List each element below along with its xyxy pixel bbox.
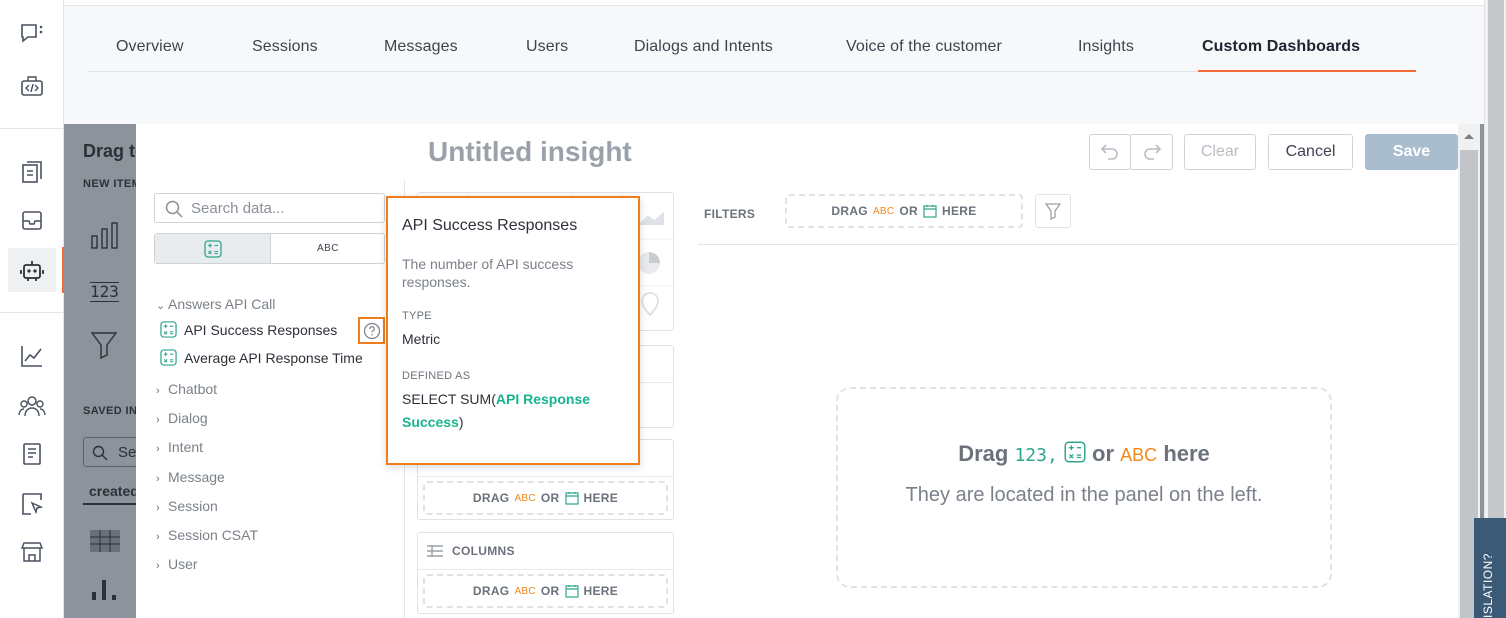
tab-overview[interactable]: Overview [116,38,183,56]
chevron-down-icon: ⌄ [156,300,166,312]
tab-sessions[interactable]: Sessions [252,38,318,56]
calendar-icon [564,492,579,505]
tab-insights[interactable]: Insights [1078,38,1134,56]
field-help-button[interactable] [358,317,385,344]
code-robot-icon[interactable] [8,64,56,108]
field-api-success-responses[interactable]: API Success Responses [160,321,360,341]
cancel-button[interactable]: Cancel [1268,134,1353,170]
filter-button[interactable] [1035,194,1071,228]
undo-icon [1100,144,1118,160]
search-icon [165,200,183,218]
field-average-api-response-time[interactable]: Average API Response Time [160,349,380,369]
analytics-chart-icon[interactable] [8,334,56,378]
attributes-toggle[interactable]: ABC [271,234,385,263]
number-item-icon: 123 [90,282,119,302]
metrics-toggle[interactable] [155,234,271,263]
data-search-input[interactable]: Search data... [154,193,385,223]
clear-button[interactable]: Clear [1184,134,1256,170]
tooltip-definition: SELECT SUM(API Response Success) [402,391,591,430]
group-chatbot[interactable]: › Chatbot [156,381,217,397]
group-answers-api-call[interactable]: ⌄ Answers API Call [156,296,275,312]
group-session[interactable]: › Session [156,498,218,514]
translation-feedback-tab[interactable]: ISLATION? [1474,518,1506,618]
chevron-right-icon: › [156,385,160,397]
undo-button[interactable] [1089,134,1131,170]
users-group-icon[interactable] [8,384,56,428]
tab-messages[interactable]: Messages [384,38,458,56]
visualization-drop-zone[interactable]: Drag 123, or ABC here They are located i… [836,387,1332,588]
scroll-up-icon[interactable] [1463,132,1475,140]
bg-saved-label: SAVED IN [83,405,138,417]
bg-created-tab: created [89,483,139,499]
icon-rail [0,0,65,618]
metric-icon [160,349,177,366]
bot-icon[interactable] [8,248,56,292]
store-icon[interactable] [8,530,56,574]
save-button[interactable]: Save [1365,134,1458,170]
metric-icon [203,239,222,258]
columns-well: COLUMNS DRAG ABC OR HERE [417,532,674,614]
tooltip-type-value: Metric [402,331,441,347]
search-placeholder: Search data... [191,200,285,217]
funnel-icon [90,330,118,360]
tooltip-title: API Success Responses [402,217,578,234]
drop-zone-hint: They are located in the panel on the lef… [905,484,1263,506]
insight-title[interactable]: Untitled insight [428,136,632,168]
chevron-right-icon: › [156,502,160,514]
right-divider [698,244,1458,245]
tooltip-defined-label: DEFINED AS [402,370,471,382]
group-intent[interactable]: › Intent [156,439,203,455]
drop-zone-heading: Drag 123, or ABC here [958,441,1210,466]
documents-icon[interactable] [8,150,56,194]
chevron-right-icon: › [156,473,160,485]
metric-icon [1064,441,1086,463]
data-type-toggle: ABC [154,233,385,264]
chevron-right-icon: › [156,414,160,426]
redo-icon [1143,144,1161,160]
chevron-right-icon: › [156,443,160,455]
group-message[interactable]: › Message [156,469,225,485]
calendar-icon [923,205,937,218]
bg-new-items-label: NEW ITEM [83,178,142,190]
filters-drop-zone[interactable]: DRAG ABC OR HERE [785,194,1023,228]
redo-button[interactable] [1130,134,1173,170]
bg-search-input: Se [83,437,143,467]
table-icon [90,530,120,552]
notebook-icon[interactable] [8,432,56,476]
analytics-tabs: Overview Sessions Messages Users Dialogs… [88,28,1416,72]
column-chart-icon [90,576,120,600]
filters-label: FILTERS [704,207,756,221]
tab-users[interactable]: Users [526,38,568,56]
chevron-right-icon: › [156,560,160,572]
question-circle-icon [363,322,380,339]
group-user[interactable]: › User [156,556,198,572]
bar-chart-icon [90,220,120,250]
columns-icon [426,544,444,558]
columns-drop-zone[interactable]: DRAG ABC OR HERE [423,574,668,608]
tab-voice-of-the-customer[interactable]: Voice of the customer [846,38,1002,56]
group-session-csat[interactable]: › Session CSAT [156,527,258,543]
group-dialog[interactable]: › Dialog [156,410,208,426]
funnel-icon [1045,203,1061,220]
insight-editor-modal: Untitled insight Clear Cancel Save Searc… [136,124,1458,618]
header: Overview Sessions Messages Users Dialogs… [64,6,1484,124]
rows-drop-zone[interactable]: DRAG ABC OR HERE [423,481,668,515]
calendar-icon [564,585,579,598]
tooltip-description: The number of API success responses. [402,256,574,290]
columns-label: COLUMNS [452,544,515,558]
metric-icon [160,321,177,338]
active-tab-indicator [1198,70,1416,72]
chat-bubble-icon[interactable] [8,12,56,56]
tab-custom-dashboards[interactable]: Custom Dashboards [1202,38,1360,56]
chevron-right-icon: › [156,531,160,543]
report-cursor-icon[interactable] [8,482,56,526]
field-info-tooltip: API Success Responses The number of API … [386,196,640,465]
tooltip-type-label: TYPE [402,310,432,322]
inbox-icon[interactable] [8,198,56,242]
tab-dialogs-and-intents[interactable]: Dialogs and Intents [634,38,773,56]
